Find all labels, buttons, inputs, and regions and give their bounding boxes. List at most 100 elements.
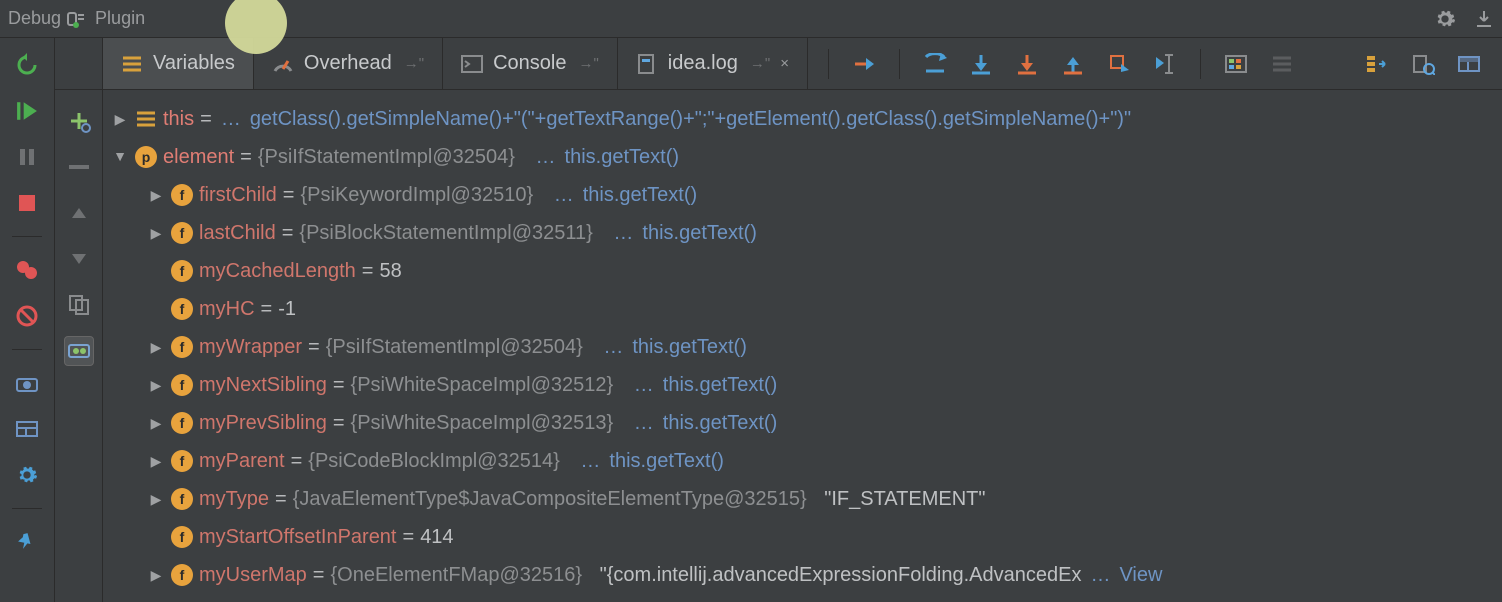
ellipsis: … bbox=[218, 100, 244, 138]
renderer-suffix[interactable]: this.getText() bbox=[632, 328, 746, 366]
force-step-into-icon[interactable] bbox=[1014, 51, 1040, 77]
node-name: myUserMap bbox=[199, 556, 307, 594]
tree-row-this[interactable]: ▶ this = … getClass().getSimpleName()+"(… bbox=[111, 100, 1494, 138]
restore-layout-icon[interactable] bbox=[1456, 51, 1482, 77]
gear-icon[interactable] bbox=[1434, 8, 1456, 30]
eq: = bbox=[362, 252, 374, 290]
pin-glyph[interactable]: →" bbox=[402, 55, 424, 72]
pin-glyph[interactable]: →" bbox=[576, 55, 598, 72]
duplicate-watch-icon[interactable] bbox=[64, 290, 94, 320]
tree-row-field[interactable]: ▶ f myUserMap = {OneElementFMap@32516} "… bbox=[111, 556, 1494, 594]
field-badge-icon: f bbox=[171, 222, 193, 244]
field-badge-icon: f bbox=[171, 488, 193, 510]
tree-row-field[interactable]: ▶ f firstChild = {PsiKeywordImpl@32510} … bbox=[111, 176, 1494, 214]
variables-tree[interactable]: ▶ this = … getClass().getSimpleName()+"(… bbox=[103, 90, 1502, 602]
watch-actions-gutter bbox=[55, 38, 103, 602]
view-breakpoints-icon[interactable] bbox=[14, 257, 40, 283]
node-string: "IF_STATEMENT" bbox=[824, 480, 985, 518]
tab-overhead[interactable]: Overhead →" bbox=[254, 38, 443, 89]
tree-row-field[interactable]: ▶ f myPrevSibling = {PsiWhiteSpaceImpl@3… bbox=[111, 404, 1494, 442]
renderer-suffix[interactable]: this.getText() bbox=[609, 442, 723, 480]
node-value: {JavaElementType$JavaCompositeElementTyp… bbox=[293, 480, 807, 518]
ellipsis: … bbox=[631, 366, 657, 404]
eq: = bbox=[403, 518, 415, 556]
collapse-icon[interactable]: ▼ bbox=[111, 137, 129, 175]
stop-icon[interactable] bbox=[14, 190, 40, 216]
node-name: firstChild bbox=[199, 176, 277, 214]
download-icon[interactable] bbox=[1474, 9, 1494, 29]
ellipsis: … bbox=[1087, 556, 1113, 594]
tree-row-field[interactable]: ▶ f myParent = {PsiCodeBlockImpl@32514} … bbox=[111, 442, 1494, 480]
renderer-suffix[interactable]: this.getText() bbox=[565, 138, 679, 176]
node-name: myWrapper bbox=[199, 328, 302, 366]
field-badge-icon: f bbox=[171, 374, 193, 396]
tree-row-field[interactable]: f myStartOffsetInParent = 414 bbox=[111, 518, 1494, 556]
step-out-icon[interactable] bbox=[1060, 51, 1086, 77]
thread-dump-icon[interactable] bbox=[14, 370, 40, 396]
tree-row-field[interactable]: f myCachedLength = 58 bbox=[111, 252, 1494, 290]
renderer-suffix[interactable]: this.getText() bbox=[583, 176, 697, 214]
pin-icon[interactable] bbox=[14, 529, 40, 555]
pin-glyph[interactable]: →" bbox=[748, 55, 770, 72]
node-value: {PsiWhiteSpaceImpl@32512} bbox=[351, 366, 614, 404]
tree-row-element[interactable]: ▼ p element = {PsiIfStatementImpl@32504}… bbox=[111, 138, 1494, 176]
move-down-icon[interactable] bbox=[64, 244, 94, 274]
expand-icon[interactable]: ▶ bbox=[147, 404, 165, 442]
debug-tabs: Variables Overhead →" Console →" bbox=[103, 38, 808, 89]
tab-variables-label: Variables bbox=[153, 52, 235, 75]
expand-icon[interactable]: ▶ bbox=[147, 366, 165, 404]
overhead-tab-icon bbox=[272, 54, 294, 74]
expand-icon[interactable]: ▶ bbox=[147, 442, 165, 480]
show-exec-point-icon[interactable] bbox=[851, 51, 877, 77]
tree-row-field[interactable]: ▶ f myType = {JavaElementType$JavaCompos… bbox=[111, 480, 1494, 518]
tree-row-field[interactable]: ▶ f myWrapper = {PsiIfStatementImpl@3250… bbox=[111, 328, 1494, 366]
expand-icon[interactable]: ▶ bbox=[147, 176, 165, 214]
step-over-icon[interactable] bbox=[922, 51, 948, 77]
expand-icon[interactable]: ▶ bbox=[147, 480, 165, 518]
separator bbox=[12, 236, 42, 237]
tab-idealog[interactable]: idea.log →" × bbox=[618, 38, 808, 89]
node-name: myStartOffsetInParent bbox=[199, 518, 397, 556]
move-up-icon[interactable] bbox=[64, 198, 94, 228]
tree-row-field[interactable]: ▶ f myNextSibling = {PsiWhiteSpaceImpl@3… bbox=[111, 366, 1494, 404]
tree-row-field[interactable]: ▶ f lastChild = {PsiBlockStatementImpl@3… bbox=[111, 214, 1494, 252]
tree-row-field[interactable]: f myHC = -1 bbox=[111, 290, 1494, 328]
resume-icon[interactable] bbox=[14, 98, 40, 124]
node-value: {PsiWhiteSpaceImpl@32513} bbox=[351, 404, 614, 442]
rerun-icon[interactable] bbox=[14, 52, 40, 78]
trace-current-stream-icon[interactable] bbox=[1269, 51, 1295, 77]
memory-view-icon[interactable] bbox=[1410, 51, 1436, 77]
expand-icon[interactable]: ▶ bbox=[147, 556, 165, 594]
node-name: myCachedLength bbox=[199, 252, 356, 290]
stepping-toolbar bbox=[808, 38, 1313, 89]
mute-breakpoints-icon[interactable] bbox=[14, 303, 40, 329]
step-into-icon[interactable] bbox=[968, 51, 994, 77]
async-stacks-icon[interactable] bbox=[1364, 51, 1390, 77]
run-to-cursor-icon[interactable] bbox=[1152, 51, 1178, 77]
settings-icon[interactable] bbox=[14, 462, 40, 488]
drop-frame-icon[interactable] bbox=[1106, 51, 1132, 77]
tab-console[interactable]: Console →" bbox=[443, 38, 618, 89]
node-value: {PsiBlockStatementImpl@32511} bbox=[299, 214, 592, 252]
pause-icon[interactable] bbox=[14, 144, 40, 170]
renderer-suffix[interactable]: this.getText() bbox=[663, 404, 777, 442]
tab-console-label: Console bbox=[493, 52, 566, 75]
show-watches-icon[interactable] bbox=[64, 336, 94, 366]
new-watch-icon[interactable] bbox=[64, 106, 94, 136]
separator bbox=[12, 508, 42, 509]
view-link[interactable]: View bbox=[1119, 556, 1162, 594]
close-tab-icon[interactable]: × bbox=[780, 55, 789, 72]
renderer-expression[interactable]: getClass().getSimpleName()+"("+getTextRa… bbox=[250, 100, 1131, 138]
evaluate-expr-icon[interactable] bbox=[1223, 51, 1249, 77]
eq: = bbox=[313, 556, 325, 594]
tab-variables[interactable]: Variables bbox=[103, 38, 254, 89]
tab-overhead-label: Overhead bbox=[304, 52, 392, 75]
expand-icon[interactable]: ▶ bbox=[147, 328, 165, 366]
expand-icon[interactable]: ▶ bbox=[111, 100, 129, 138]
layout-icon[interactable] bbox=[14, 416, 40, 442]
renderer-suffix[interactable]: this.getText() bbox=[642, 214, 756, 252]
node-value: 414 bbox=[420, 518, 453, 556]
renderer-suffix[interactable]: this.getText() bbox=[663, 366, 777, 404]
expand-icon[interactable]: ▶ bbox=[147, 214, 165, 252]
remove-watch-icon[interactable] bbox=[64, 152, 94, 182]
